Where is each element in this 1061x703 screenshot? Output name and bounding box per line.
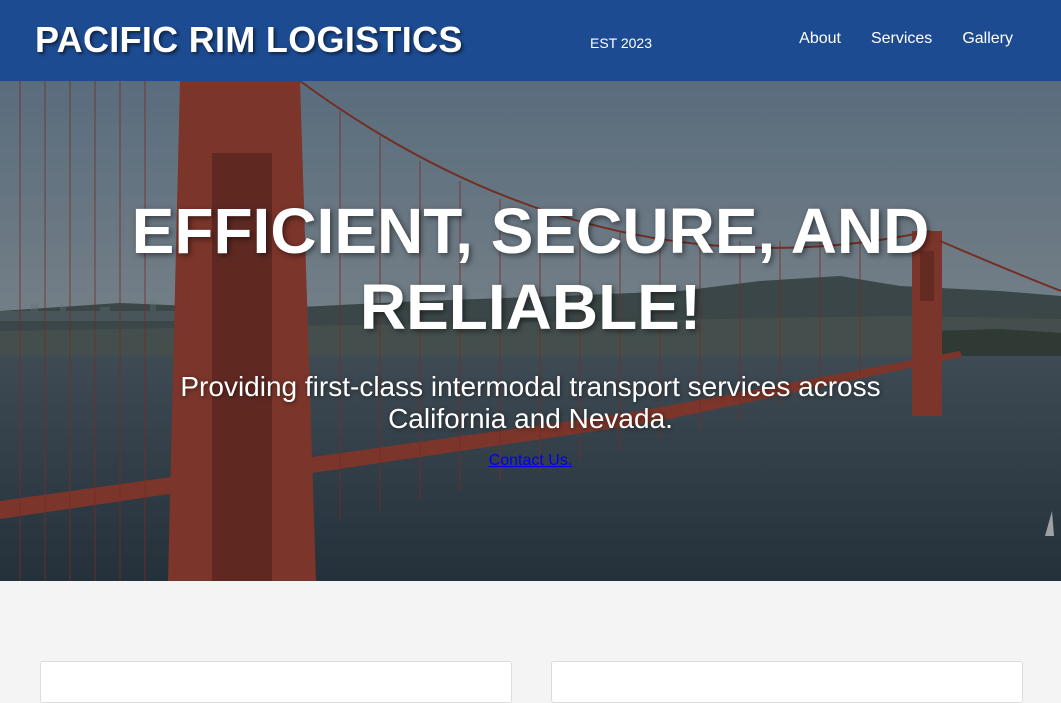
main-nav: About Services Gallery <box>799 30 1013 48</box>
content-section <box>0 581 1061 703</box>
service-card <box>551 661 1023 703</box>
established-text: EST 2023 <box>590 35 653 51</box>
hero-content: EFFICIENT, SECURE, AND RELIABLE! Providi… <box>0 193 1061 470</box>
nav-link-services[interactable]: Services <box>871 30 932 48</box>
hero-subtitle: Providing first-class intermodal transpo… <box>180 371 881 434</box>
nav-link-about[interactable]: About <box>799 30 841 48</box>
brand-title[interactable]: PACIFIC RIM LOGISTICS <box>35 19 463 61</box>
nav-link-gallery[interactable]: Gallery <box>962 30 1013 48</box>
site-header: PACIFIC RIM LOGISTICS EST 2023 About Ser… <box>0 0 1061 81</box>
hero-title: EFFICIENT, SECURE, AND RELIABLE! <box>131 195 930 343</box>
service-card <box>40 661 512 703</box>
hero-section: EFFICIENT, SECURE, AND RELIABLE! Providi… <box>0 81 1061 581</box>
contact-us-link[interactable]: Contact Us. <box>489 452 573 470</box>
